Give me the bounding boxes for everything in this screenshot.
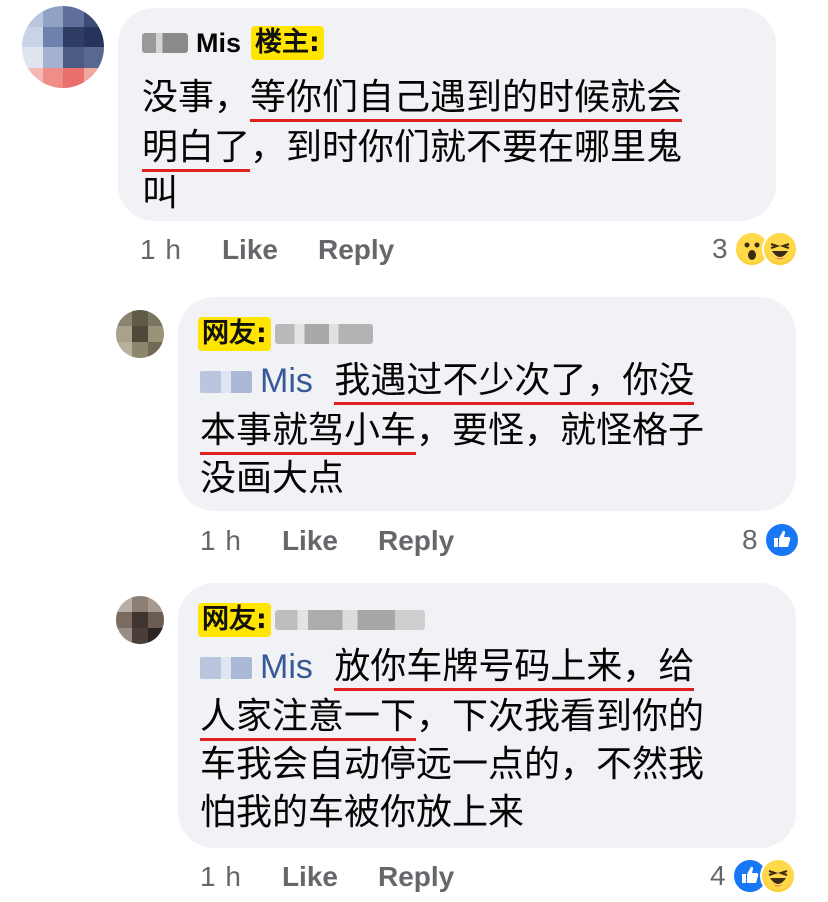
- reply-button[interactable]: Reply: [378, 861, 454, 893]
- comment-text-line: 怕我的车被你放上来: [200, 792, 525, 833]
- reaction-summary[interactable]: 3: [712, 231, 798, 267]
- like-button[interactable]: Like: [282, 525, 338, 557]
- reply-button[interactable]: Reply: [318, 234, 394, 266]
- blurred-name: [274, 324, 373, 344]
- haha-icon: [761, 231, 798, 267]
- comment-actions: 1 h Like Reply: [200, 525, 454, 557]
- reaction-summary[interactable]: 8: [742, 522, 800, 558]
- avatar[interactable]: [22, 6, 104, 88]
- blurred-name: [142, 33, 188, 53]
- comment-text-line: Mis 放你车牌号码上来，给: [200, 641, 695, 693]
- timestamp[interactable]: 1 h: [200, 525, 242, 557]
- reply-bubble: 网友: Mis 我遇过不少次了，你没 本事就驾小车，要怪，就怪格子 没画大点: [178, 297, 796, 511]
- reply-bubble: 网友: Mis 放你车牌号码上来，给 人家注意一下，下次我看到你的 车我会自动停…: [178, 583, 796, 848]
- blurred-name: [274, 610, 425, 630]
- comment-actions: 1 h Like Reply: [200, 861, 454, 893]
- mention-link[interactable]: Mis: [260, 648, 313, 686]
- comment-actions: 1 h Like Reply: [140, 234, 394, 266]
- comment-text-line: 明白了，到时你们就不要在哪里鬼: [142, 122, 682, 174]
- comment-text-line: 车我会自动停远一点的，不然我: [200, 744, 705, 785]
- comment-header: 网友:: [198, 603, 425, 637]
- timestamp[interactable]: 1 h: [200, 861, 242, 893]
- comment-text-line: 没画大点: [200, 458, 345, 499]
- comment-header: 网友:: [198, 317, 373, 351]
- blurred-mention: [200, 371, 252, 393]
- comment-text-line: 没事，等你们自己遇到的时候就会: [142, 72, 683, 124]
- comment-text-line: Mis 我遇过不少次了，你没: [200, 355, 695, 407]
- role-tag: 楼主:: [251, 26, 324, 60]
- like-button[interactable]: Like: [222, 234, 278, 266]
- reaction-summary[interactable]: 4: [710, 858, 796, 894]
- mention-link[interactable]: Mis: [260, 362, 313, 400]
- comment-header: Mis 楼主:: [142, 26, 324, 60]
- reaction-count: 4: [710, 860, 726, 891]
- avatar[interactable]: [116, 596, 164, 644]
- comment-text-line: 本事就驾小车，要怪，就怪格子: [200, 405, 704, 457]
- haha-icon: [759, 858, 796, 894]
- role-tag: 网友:: [198, 317, 271, 351]
- like-button[interactable]: Like: [282, 861, 338, 893]
- reaction-count: 3: [712, 233, 728, 264]
- reply-button[interactable]: Reply: [378, 525, 454, 557]
- reaction-count: 8: [742, 524, 758, 555]
- like-icon: [763, 522, 800, 558]
- comment-bubble: Mis 楼主: 没事，等你们自己遇到的时候就会 明白了，到时你们就不要在哪里鬼 …: [118, 8, 776, 221]
- comment-text-line: 人家注意一下，下次我看到你的: [200, 691, 704, 743]
- avatar[interactable]: [116, 310, 164, 358]
- comment-text-line: 叫: [142, 173, 179, 214]
- comment-author[interactable]: Mis: [196, 28, 241, 59]
- role-tag: 网友:: [198, 603, 271, 637]
- blurred-mention: [200, 657, 252, 679]
- timestamp[interactable]: 1 h: [140, 234, 182, 266]
